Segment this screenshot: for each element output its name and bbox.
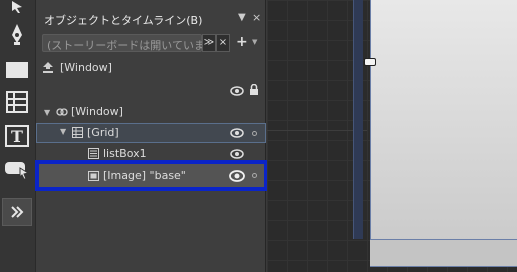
- button-control-icon: [5, 162, 30, 180]
- storyboard-clear-button[interactable]: ×: [216, 34, 230, 52]
- rectangle-tool[interactable]: [3, 56, 31, 84]
- tree-item-image[interactable]: [Image] "base": [103, 169, 186, 182]
- expand-window-icon[interactable]: ▼: [44, 108, 50, 117]
- text-tool[interactable]: T: [3, 122, 31, 150]
- text-icon: T: [5, 125, 29, 147]
- lock-toggle-dot[interactable]: [252, 173, 257, 178]
- visibility-eye-icon[interactable]: [230, 128, 244, 138]
- window-node-icon: [56, 108, 68, 116]
- pin-icon[interactable]: ▼: [238, 12, 246, 23]
- pen-tool[interactable]: [3, 20, 31, 48]
- panel-title: オブジェクトとタイムライン(B): [44, 14, 203, 27]
- artboard-bottom-row: [370, 239, 517, 267]
- arrow-icon: [12, 1, 22, 13]
- asset-library-button[interactable]: [2, 198, 32, 226]
- grid-column-line: [353, 0, 363, 239]
- tools-toolbar: T: [0, 0, 36, 272]
- lock-icon[interactable]: [249, 84, 259, 96]
- direct-select-tool[interactable]: [3, 0, 31, 14]
- visibility-eye-icon[interactable]: [230, 86, 244, 96]
- lock-toggle-dot[interactable]: [252, 131, 257, 136]
- storyboard-dropdown-button[interactable]: ≫: [202, 34, 216, 52]
- rectangle-icon: [6, 62, 28, 78]
- image-node-icon: [88, 171, 99, 181]
- double-chevron-icon: [11, 206, 24, 218]
- objects-timeline-panel: オブジェクトとタイムライン(B) ▼ × (ストーリーボードは開いていません) …: [35, 0, 268, 272]
- close-icon[interactable]: ×: [252, 11, 261, 24]
- storyboard-selector[interactable]: (ストーリーボードは開いていません): [42, 34, 231, 52]
- chevron-down-icon[interactable]: ▼: [252, 38, 257, 46]
- grid-tool[interactable]: [3, 88, 31, 116]
- control-tool[interactable]: [3, 156, 31, 184]
- svg-text:T: T: [11, 127, 23, 146]
- scope-up-button[interactable]: [42, 61, 54, 76]
- add-storyboard-button[interactable]: +: [236, 34, 248, 50]
- window-artboard[interactable]: [370, 0, 517, 265]
- scope-up-icon: [43, 62, 53, 73]
- expand-grid-icon[interactable]: ▼: [60, 127, 66, 136]
- grid-node-icon: [72, 127, 83, 138]
- visibility-eye-icon[interactable]: [230, 149, 244, 159]
- tree-item-window[interactable]: [Window]: [71, 105, 123, 118]
- scope-root-label: [Window]: [60, 61, 112, 74]
- grid-icon: [6, 91, 28, 113]
- pen-icon: [12, 24, 22, 45]
- listbox-node-icon: [88, 148, 99, 159]
- tree-item-grid[interactable]: [Grid]: [87, 126, 119, 139]
- tree-item-listbox[interactable]: listBox1: [103, 147, 147, 160]
- visibility-eye-icon[interactable]: [229, 170, 245, 182]
- resize-handle[interactable]: [364, 58, 376, 66]
- grid-guide-line: [267, 130, 367, 131]
